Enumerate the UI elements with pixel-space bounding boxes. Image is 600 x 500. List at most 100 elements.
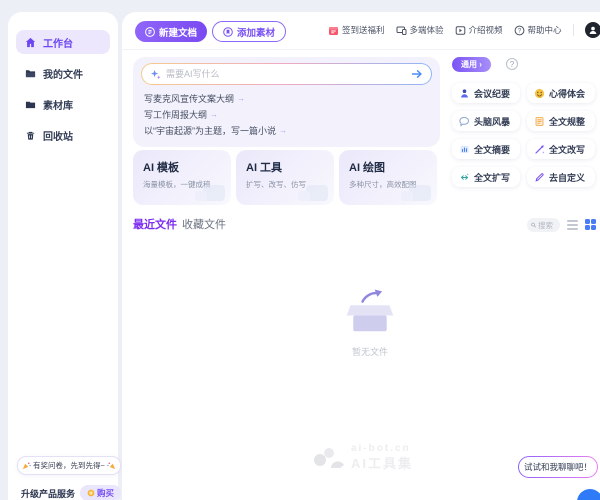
chat-invite-label: 试试和我聊聊吧！	[519, 457, 597, 477]
chat-invite-bubble[interactable]: 试试和我聊聊吧！	[518, 456, 598, 478]
search-icon	[531, 221, 536, 229]
bubble-icon	[459, 116, 470, 127]
card-ai-tools[interactable]: AI 工具 扩写、改写、仿写	[236, 150, 334, 205]
folder-icon	[25, 68, 36, 79]
promo-text: 有奖问卷，先到先得~	[33, 460, 105, 471]
tool-full-text-tidy[interactable]: 全文规整	[527, 111, 595, 131]
tool-label: 去自定义	[549, 171, 585, 184]
empty-text: 暂无文件	[310, 345, 430, 358]
tab-recent-files[interactable]: 最近文件	[133, 216, 177, 232]
category-pill-general[interactable]: 通用 ›	[452, 57, 491, 72]
suggestion-item[interactable]: 写工作周报大纲→	[144, 106, 434, 122]
grid-view-icon[interactable]	[585, 219, 596, 230]
tool-label: 心得体会	[549, 87, 585, 100]
svg-text:?: ?	[517, 28, 521, 34]
sidebar-item-label: 回收站	[43, 128, 73, 143]
watermark-name: AI工具集	[351, 456, 413, 472]
sidebar-item-trash[interactable]: 回收站	[16, 123, 110, 147]
sidebar-item-label: 我的文件	[43, 66, 83, 81]
nav-help-center[interactable]: ? 帮助中心	[514, 24, 562, 36]
sidebar-item-workbench[interactable]: 工作台	[16, 30, 110, 54]
empty-state: 暂无文件	[310, 283, 430, 358]
card-illustration	[409, 185, 431, 201]
rewrite-icon	[534, 144, 545, 155]
new-document-button[interactable]: 新建文档	[135, 21, 207, 42]
list-view-icon[interactable]	[567, 220, 578, 230]
tool-full-text-rewrite[interactable]: 全文改写	[527, 139, 595, 159]
calendar-gift-icon	[328, 25, 339, 36]
card-title: AI 工具	[246, 159, 334, 175]
party-popper-icon	[107, 461, 116, 470]
user-avatar[interactable]	[585, 22, 600, 38]
smiley-icon	[534, 88, 545, 99]
promo-banner[interactable]: 有奖问卷，先到先得~	[17, 456, 121, 475]
arrow-icon: →	[279, 126, 287, 135]
file-search[interactable]	[527, 218, 560, 232]
search-input[interactable]	[538, 221, 556, 230]
tool-label: 全文改写	[549, 143, 585, 156]
tool-label: 全文规整	[549, 115, 585, 128]
home-icon	[25, 37, 36, 48]
party-popper-icon	[22, 461, 31, 470]
card-ai-drawing[interactable]: AI 绘图 多种尺寸，高效配图	[339, 150, 437, 205]
devices-icon	[396, 25, 407, 36]
nav-label: 介绍视频	[469, 24, 503, 36]
sidebar-item-my-files[interactable]: 我的文件	[16, 61, 110, 85]
tool-meeting-minutes[interactable]: 会议纪要	[452, 83, 520, 103]
tab-label: 最近文件	[133, 219, 177, 231]
pencil-icon	[534, 172, 545, 183]
new-document-label: 新建文档	[159, 25, 197, 39]
trash-icon	[25, 130, 36, 141]
upgrade-label: 升级产品服务	[21, 487, 75, 500]
tidy-doc-icon	[534, 116, 545, 127]
site-watermark: ai-bot.cn AI工具集	[313, 443, 413, 472]
card-title: AI 绘图	[349, 159, 437, 175]
document-plus-icon	[145, 27, 155, 37]
tool-customize[interactable]: 去自定义	[527, 167, 595, 187]
arrow-icon: →	[210, 110, 218, 119]
empty-box-icon	[342, 283, 398, 335]
ai-prompt-input[interactable]	[166, 69, 406, 79]
ai-input-border	[141, 63, 432, 85]
suggestion-item[interactable]: 写麦克风宣传文案大纲→	[144, 90, 434, 106]
tool-brainstorm[interactable]: 头脑风暴	[452, 111, 520, 131]
card-illustration	[306, 185, 328, 201]
expand-icon	[459, 172, 470, 183]
arrow-icon: →	[237, 94, 245, 103]
tool-full-text-summary[interactable]: 全文摘要	[452, 139, 520, 159]
tool-label: 头脑风暴	[474, 115, 510, 128]
card-title: AI 模板	[143, 159, 231, 175]
sparkle-icon	[150, 69, 161, 80]
tool-label: 全文摘要	[474, 143, 510, 156]
suggestion-list: 写麦克风宣传文案大纲→ 写工作周报大纲→ 以“宇宙起源”为主题，写一篇小说→	[144, 90, 434, 138]
suggestion-item[interactable]: 以“宇宙起源”为主题，写一篇小说→	[144, 122, 434, 138]
buy-button[interactable]: 购买	[80, 485, 121, 500]
category-help-icon[interactable]: ?	[506, 58, 518, 70]
nav-signin-reward[interactable]: 签到送福利	[328, 24, 385, 36]
nav-label: 帮助中心	[528, 24, 562, 36]
ai-input[interactable]	[142, 64, 431, 84]
user-icon	[588, 25, 598, 35]
tool-full-text-expand[interactable]: 全文扩写	[452, 167, 520, 187]
tab-favorite-files[interactable]: 收藏文件	[182, 216, 226, 232]
suggestion-text: 以“宇宙起源”为主题，写一篇小说	[144, 124, 276, 137]
help-icon: ?	[514, 25, 525, 36]
header-divider	[122, 49, 600, 50]
suggestion-text: 写工作周报大纲	[144, 108, 207, 121]
tool-reflections[interactable]: 心得体会	[527, 83, 595, 103]
send-icon[interactable]	[411, 68, 423, 80]
upgrade-row: 升级产品服务 购买	[21, 485, 121, 500]
sidebar-item-library[interactable]: 素材库	[16, 92, 110, 116]
sidebar: 工作台 我的文件 素材库 回收站 有奖问卷，先到先得~ 升级产品服务 购买	[8, 12, 118, 500]
nav-multi-device[interactable]: 多端体验	[396, 24, 444, 36]
nav-label: 多端体验	[410, 24, 444, 36]
card-ai-templates[interactable]: AI 模板 海量模板，一键成稿	[133, 150, 231, 205]
help-mark: ?	[510, 60, 514, 69]
add-material-button[interactable]: 添加素材	[212, 21, 286, 42]
nav-intro-video[interactable]: 介绍视频	[455, 24, 503, 36]
library-icon	[25, 99, 36, 110]
app-window: 工作台 我的文件 素材库 回收站 有奖问卷，先到先得~ 升级产品服务 购买	[0, 0, 600, 500]
nav-divider	[573, 24, 574, 36]
bookmark-icon	[223, 27, 233, 37]
card-illustration	[203, 185, 225, 201]
